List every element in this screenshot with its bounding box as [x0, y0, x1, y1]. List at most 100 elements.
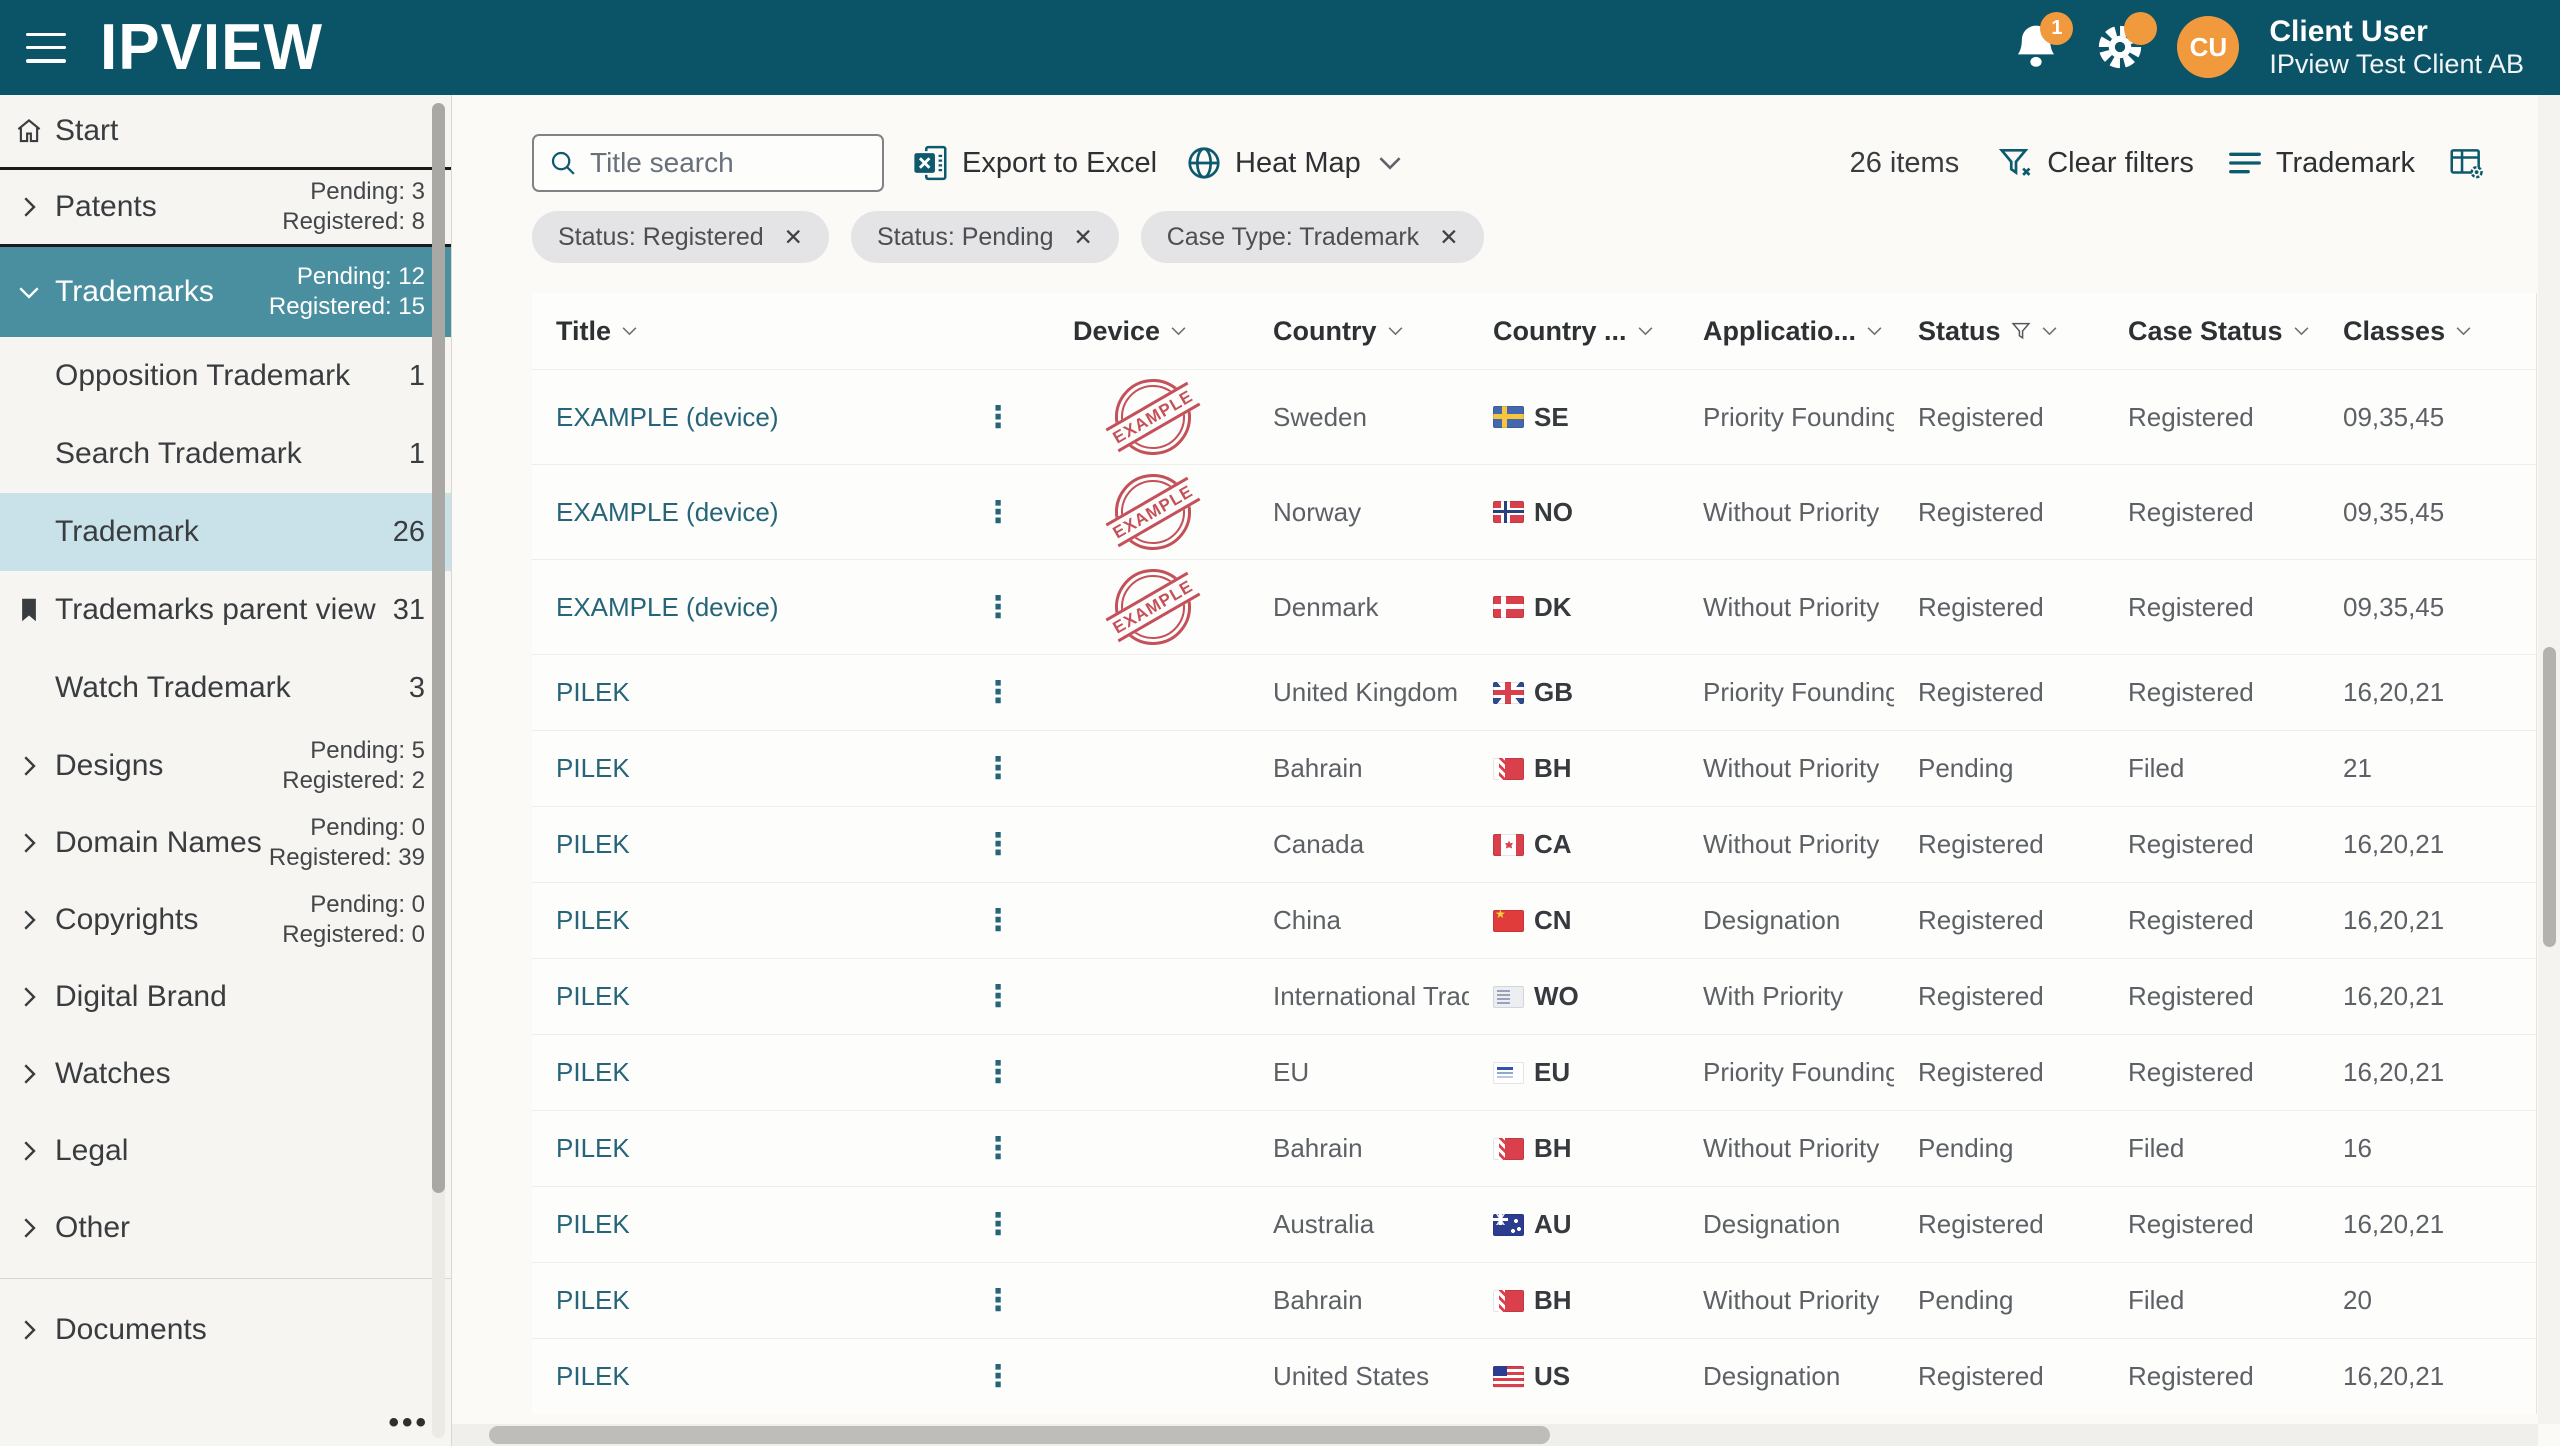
row-menu-icon[interactable]: ⋮	[973, 827, 1023, 862]
view-selector-button[interactable]: Trademark	[2226, 144, 2415, 182]
row-menu-icon[interactable]: ⋮	[973, 1283, 1023, 1318]
row-menu-icon[interactable]: ⋮	[973, 1131, 1023, 1166]
case-title-link[interactable]: PILEK	[556, 905, 630, 936]
table-row[interactable]: PILEK⋮BahrainBHWithout PriorityPendingFi…	[532, 1262, 2536, 1338]
sidebar-item-copyrights[interactable]: Copyrights Pending: 0Registered: 0	[0, 881, 451, 958]
vertical-scrollbar-thumb[interactable]	[2543, 647, 2556, 947]
column-header-title[interactable]: Title	[532, 316, 949, 347]
row-menu-icon[interactable]: ⋮	[973, 1055, 1023, 1090]
case-title-link[interactable]: PILEK	[556, 677, 630, 708]
sidebar-item-trademarks[interactable]: Trademarks Pending: 12Registered: 15	[0, 247, 451, 337]
filter-chip[interactable]: Status: Pending✕	[851, 211, 1119, 263]
table-row[interactable]: PILEK⋮United StatesUSDesignationRegister…	[532, 1338, 2536, 1414]
table-row[interactable]: PILEK⋮AustraliaAUDesignationRegisteredRe…	[532, 1186, 2536, 1262]
toolbar: Export to Excel Heat Map 26 items Clear …	[532, 133, 2560, 193]
sidebar-item-documents[interactable]: Documents	[0, 1291, 451, 1368]
case-title-link[interactable]: PILEK	[556, 1209, 630, 1240]
table-row[interactable]: PILEK⋮ChinaCNDesignationRegisteredRegist…	[532, 882, 2536, 958]
globe-icon	[1185, 144, 1223, 182]
sidebar-scrollbar[interactable]	[432, 103, 445, 1438]
row-menu-icon[interactable]: ⋮	[973, 495, 1023, 530]
chevron-right-icon	[14, 905, 44, 935]
search-input[interactable]	[590, 147, 868, 179]
case-title-link[interactable]: PILEK	[556, 753, 630, 784]
sidebar-item-patents[interactable]: Patents Pending: 3Registered: 8	[0, 167, 451, 247]
table-row[interactable]: PILEK⋮International TrademarkWOWith Prio…	[532, 958, 2536, 1034]
column-header-case_status[interactable]: Case Status	[2104, 316, 2319, 347]
sidebar-item-watches[interactable]: Watches	[0, 1035, 451, 1112]
sidebar-item-meta: Pending: 0Registered: 39	[269, 813, 425, 873]
clear-filters-button[interactable]: Clear filters	[1997, 144, 2194, 182]
column-header-device[interactable]: Device	[1049, 316, 1249, 347]
case-title-link[interactable]: PILEK	[556, 1361, 630, 1392]
sidebar-scrollbar-thumb[interactable]	[432, 103, 445, 1193]
filter-chip[interactable]: Status: Registered✕	[532, 211, 829, 263]
sidebar-more-button[interactable]: •••	[388, 1406, 429, 1440]
sidebar-item-start[interactable]: Start	[0, 95, 451, 167]
settings-button[interactable]	[2093, 20, 2147, 74]
horizontal-scrollbar[interactable]	[452, 1424, 2538, 1446]
cell-status: Pending	[1894, 1285, 2104, 1316]
device-stamp-image: EXAMPLE	[1111, 379, 1195, 455]
sidebar-item-label: Search Trademark	[55, 437, 409, 471]
row-menu-icon[interactable]: ⋮	[973, 751, 1023, 786]
row-menu-icon[interactable]: ⋮	[973, 1207, 1023, 1242]
cell-country_code: AU	[1469, 1209, 1679, 1240]
sidebar-item-trademarks-parent-view[interactable]: Trademarks parent view 31	[0, 571, 451, 649]
case-title-link[interactable]: EXAMPLE (device)	[556, 497, 779, 528]
sidebar-item-watch-trademark[interactable]: Watch Trademark 3	[0, 649, 451, 727]
column-header-application_type[interactable]: Applicatio...	[1679, 316, 1894, 347]
row-menu-icon[interactable]: ⋮	[973, 979, 1023, 1014]
remove-filter-icon[interactable]: ✕	[1073, 224, 1092, 251]
table-row[interactable]: PILEK⋮EUEUPriority FoundingRegisteredReg…	[532, 1034, 2536, 1110]
row-menu-icon[interactable]: ⋮	[973, 590, 1023, 625]
sidebar-item-other[interactable]: Other	[0, 1189, 451, 1266]
avatar[interactable]: CU	[2177, 16, 2239, 78]
remove-filter-icon[interactable]: ✕	[784, 224, 803, 251]
column-header-status[interactable]: Status	[1894, 316, 2104, 347]
column-header-country[interactable]: Country	[1249, 316, 1469, 347]
case-title-link[interactable]: PILEK	[556, 1133, 630, 1164]
table-row[interactable]: EXAMPLE (device)⋮EXAMPLESwedenSEPriority…	[532, 369, 2536, 464]
column-header-classes[interactable]: Classes	[2319, 316, 2537, 347]
row-menu-icon[interactable]: ⋮	[973, 903, 1023, 938]
remove-filter-icon[interactable]: ✕	[1439, 224, 1458, 251]
table-row[interactable]: PILEK⋮United KingdomGBPriority FoundingR…	[532, 654, 2536, 730]
row-menu-icon[interactable]: ⋮	[973, 1359, 1023, 1394]
table-row[interactable]: EXAMPLE (device)⋮EXAMPLEDenmarkDKWithout…	[532, 559, 2536, 654]
case-title-link[interactable]: PILEK	[556, 1285, 630, 1316]
sort-chevron-icon	[2455, 326, 2472, 337]
horizontal-scrollbar-thumb[interactable]	[489, 1426, 1550, 1444]
sidebar-item-legal[interactable]: Legal	[0, 1112, 451, 1189]
row-menu-icon[interactable]: ⋮	[973, 675, 1023, 710]
cell-status: Pending	[1894, 753, 2104, 784]
export-excel-button[interactable]: Export to Excel	[912, 144, 1157, 182]
case-title-link[interactable]: PILEK	[556, 1057, 630, 1088]
sidebar-item-opposition-trademark[interactable]: Opposition Trademark 1	[0, 337, 451, 415]
sidebar-divider	[0, 1278, 451, 1279]
cell-classes: 16,20,21	[2319, 829, 2537, 860]
sidebar-item-designs[interactable]: Designs Pending: 5Registered: 2	[0, 727, 451, 804]
case-title-link[interactable]: PILEK	[556, 981, 630, 1012]
table-row[interactable]: PILEK⋮BahrainBHWithout PriorityPendingFi…	[532, 730, 2536, 806]
filter-chip[interactable]: Case Type: Trademark✕	[1141, 211, 1485, 263]
column-settings-button[interactable]	[2447, 144, 2485, 182]
sidebar-item-digital-brand[interactable]: Digital Brand	[0, 958, 451, 1035]
row-menu-icon[interactable]: ⋮	[973, 400, 1023, 435]
table-row[interactable]: PILEK⋮CanadaCAWithout PriorityRegistered…	[532, 806, 2536, 882]
cell-application_type: Designation	[1679, 1361, 1894, 1392]
sidebar-item-trademark[interactable]: Trademark 26	[0, 493, 451, 571]
table-row[interactable]: EXAMPLE (device)⋮EXAMPLENorwayNOWithout …	[532, 464, 2536, 559]
cell-classes: 16,20,21	[2319, 677, 2537, 708]
sidebar-item-domain-names[interactable]: Domain Names Pending: 0Registered: 39	[0, 804, 451, 881]
case-title-link[interactable]: EXAMPLE (device)	[556, 402, 779, 433]
column-header-country_code[interactable]: Country ...	[1469, 316, 1679, 347]
case-title-link[interactable]: EXAMPLE (device)	[556, 592, 779, 623]
cell-case_status: Registered	[2104, 1209, 2319, 1240]
sidebar-item-search-trademark[interactable]: Search Trademark 1	[0, 415, 451, 493]
menu-button[interactable]	[26, 33, 66, 63]
heat-map-button[interactable]: Heat Map	[1185, 144, 1403, 182]
case-title-link[interactable]: PILEK	[556, 829, 630, 860]
notifications-button[interactable]: 1	[2009, 20, 2063, 74]
table-row[interactable]: PILEK⋮BahrainBHWithout PriorityPendingFi…	[532, 1110, 2536, 1186]
